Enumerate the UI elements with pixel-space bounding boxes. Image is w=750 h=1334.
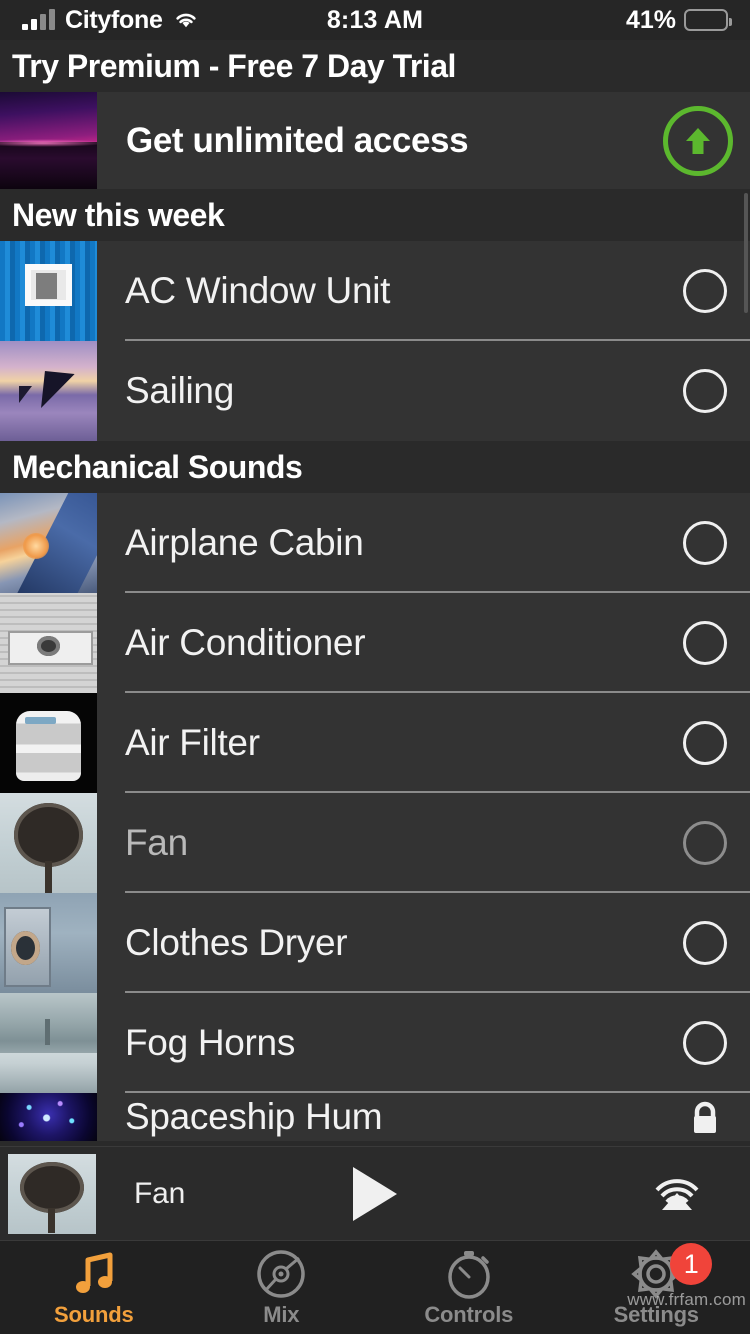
- list-item-body: Sailing: [125, 341, 750, 441]
- sound-thumbnail: [0, 793, 97, 893]
- record-disc-icon: [255, 1248, 307, 1300]
- tab-label: Settings: [613, 1301, 699, 1327]
- section-header-mechanical-sounds: Mechanical Sounds: [0, 441, 750, 493]
- status-bar-right: 41%: [625, 5, 732, 35]
- select-toggle[interactable]: [682, 1020, 728, 1066]
- sound-thumbnail: [0, 593, 97, 693]
- list-item-body: Air Conditioner: [125, 593, 750, 693]
- get-unlimited-access-banner[interactable]: Get unlimited access: [0, 92, 750, 189]
- premium-thumbnail: [0, 92, 97, 189]
- arrow-up-circle-icon[interactable]: [663, 105, 733, 176]
- get-unlimited-access-label: Get unlimited access: [126, 120, 469, 160]
- circle-icon: [683, 521, 727, 565]
- sound-name-label: Spaceship Hum: [125, 1096, 383, 1137]
- stopwatch-icon: [443, 1248, 495, 1300]
- circle-icon: [683, 269, 727, 313]
- status-badge: 1: [670, 1243, 713, 1285]
- lock-icon[interactable]: [682, 1094, 728, 1140]
- premium-trial-title: Try Premium - Free 7 Day Trial: [0, 40, 750, 92]
- app-root: Cityfone 8:13 AM 41% Try Premium - Free …: [0, 0, 750, 1334]
- tab-label: Mix: [263, 1301, 300, 1327]
- select-toggle[interactable]: [682, 720, 728, 766]
- music-note-icon: [68, 1248, 120, 1300]
- select-toggle[interactable]: [682, 620, 728, 666]
- now-playing-title: Fan: [134, 1176, 186, 1210]
- tab-label: Sounds: [54, 1301, 134, 1327]
- sound-thumbnail: [0, 993, 97, 1093]
- scrollbar[interactable]: [744, 193, 748, 313]
- now-playing-bar[interactable]: Fan: [0, 1146, 750, 1240]
- sound-name-label: Fan: [125, 822, 188, 863]
- sound-name-label: Air Filter: [125, 722, 260, 763]
- circle-icon: [683, 621, 727, 665]
- list-item-body: Fog Horns: [125, 993, 750, 1093]
- tab-mix[interactable]: Mix: [188, 1241, 376, 1334]
- sound-thumbnail: [0, 341, 97, 441]
- list-item[interactable]: AC Window Unit: [0, 241, 750, 341]
- sound-thumbnail: [0, 241, 97, 341]
- list-item[interactable]: Fan: [0, 793, 750, 893]
- tab-bar[interactable]: Sounds Mix Controls Settings 1 www.frfam…: [0, 1240, 750, 1334]
- sound-name-label: Sailing: [125, 370, 234, 411]
- tab-label: Controls: [424, 1301, 514, 1327]
- list-item[interactable]: Air Conditioner: [0, 593, 750, 693]
- now-playing-thumbnail: [8, 1153, 96, 1234]
- list-item-body: AC Window Unit: [125, 241, 750, 341]
- sound-thumbnail: [0, 493, 97, 593]
- list-item-body: Clothes Dryer: [125, 893, 750, 993]
- list-item[interactable]: Clothes Dryer: [0, 893, 750, 993]
- sound-list[interactable]: New this week AC Window Unit Sailing Mec…: [0, 189, 750, 1146]
- circle-icon: [683, 721, 727, 765]
- list-item[interactable]: Air Filter: [0, 693, 750, 793]
- sound-thumbnail: [0, 693, 97, 793]
- status-bar: Cityfone 8:13 AM 41%: [0, 0, 750, 40]
- list-item-body: Air Filter: [125, 693, 750, 793]
- list-item[interactable]: Airplane Cabin: [0, 493, 750, 593]
- sound-name-label: Airplane Cabin: [125, 522, 364, 563]
- select-toggle[interactable]: [682, 520, 728, 566]
- select-toggle[interactable]: [682, 920, 728, 966]
- list-item[interactable]: Sailing: [0, 341, 750, 441]
- tab-settings[interactable]: Settings 1: [563, 1241, 750, 1334]
- battery-percent-label: 41%: [625, 5, 676, 34]
- sound-name-label: AC Window Unit: [125, 270, 391, 311]
- sound-name-label: Clothes Dryer: [125, 922, 348, 963]
- sound-thumbnail: [0, 893, 97, 993]
- list-item[interactable]: Spaceship Hum: [0, 1093, 750, 1141]
- tab-controls[interactable]: Controls: [375, 1241, 563, 1334]
- battery-icon: [684, 9, 732, 31]
- sound-name-label: Fog Horns: [125, 1022, 296, 1063]
- list-item-body: Spaceship Hum: [125, 1093, 750, 1141]
- select-toggle[interactable]: [682, 820, 728, 866]
- airplay-icon[interactable]: [646, 1163, 708, 1225]
- circle-icon: [683, 1021, 727, 1065]
- play-icon[interactable]: [353, 1166, 397, 1221]
- section-header-new-this-week: New this week: [0, 189, 750, 241]
- sound-name-label: Air Conditioner: [125, 622, 366, 663]
- circle-icon: [683, 921, 727, 965]
- list-item[interactable]: Fog Horns: [0, 993, 750, 1093]
- tab-sounds[interactable]: Sounds: [0, 1241, 188, 1334]
- select-toggle[interactable]: [682, 268, 728, 314]
- select-toggle[interactable]: [682, 368, 728, 414]
- circle-icon: [683, 369, 727, 413]
- list-item-body: Fan: [125, 793, 750, 893]
- list-item-body: Airplane Cabin: [125, 493, 750, 593]
- circle-icon: [683, 821, 727, 865]
- sound-thumbnail: [0, 1093, 97, 1141]
